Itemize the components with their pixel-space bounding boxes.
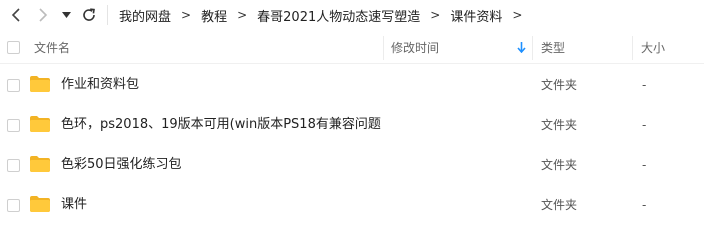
history-dropdown-button[interactable]: [59, 6, 73, 24]
folder-icon: [30, 196, 50, 212]
arrow-down-icon: [517, 42, 526, 53]
breadcrumb-item-tutorials[interactable]: 教程: [201, 6, 227, 25]
file-size: -: [642, 198, 647, 212]
toolbar-divider: [107, 5, 108, 25]
chevron-left-icon: [11, 8, 20, 22]
refresh-icon: [83, 8, 95, 21]
file-type: 文件夹: [541, 78, 578, 92]
chevron-right-icon: [39, 8, 48, 22]
breadcrumb-trailing-separator[interactable]: >: [512, 8, 522, 22]
breadcrumb-item-my-drive[interactable]: 我的网盘: [119, 6, 171, 25]
breadcrumb-item-course[interactable]: 春哥2021人物动态速写塑造: [257, 6, 420, 25]
file-row[interactable]: 作业和资料包 文件夹 -: [0, 65, 704, 105]
column-divider: [632, 36, 633, 60]
file-row[interactable]: 色环，ps2018、19版本可用(win版本PS18有兼容问题建... 文件夹 …: [0, 105, 704, 145]
file-row[interactable]: 色彩50日强化练习包 文件夹 -: [0, 145, 704, 185]
forward-button[interactable]: [34, 6, 52, 24]
file-list-header: 文件名 修改时间 类型 大小: [0, 31, 704, 64]
file-name[interactable]: 课件: [61, 185, 87, 225]
row-checkbox[interactable]: [7, 199, 20, 212]
row-checkbox[interactable]: [7, 119, 20, 132]
refresh-button[interactable]: [80, 6, 98, 24]
file-type: 文件夹: [541, 118, 578, 132]
breadcrumb-item-materials[interactable]: 课件资料: [450, 6, 502, 25]
file-name[interactable]: 作业和资料包: [61, 65, 139, 105]
file-size: -: [642, 78, 647, 92]
select-all-checkbox[interactable]: [7, 41, 20, 54]
folder-icon: [30, 76, 50, 92]
file-size: -: [642, 118, 647, 132]
column-header-name[interactable]: 文件名: [34, 31, 70, 64]
breadcrumb-separator: >: [430, 8, 441, 22]
file-size: -: [642, 158, 647, 172]
column-divider: [532, 36, 533, 60]
back-button[interactable]: [7, 6, 25, 24]
file-type: 文件夹: [541, 158, 578, 172]
breadcrumb-separator: >: [181, 8, 192, 22]
file-row[interactable]: 课件 文件夹 -: [0, 185, 704, 225]
column-header-modified[interactable]: 修改时间: [391, 31, 439, 64]
breadcrumb-separator: >: [237, 8, 248, 22]
file-type: 文件夹: [541, 198, 578, 212]
breadcrumb: 我的网盘 > 教程 > 春哥2021人物动态速写塑造 > 课件资料 >: [119, 0, 532, 30]
file-name[interactable]: 色彩50日强化练习包: [61, 145, 182, 185]
row-checkbox[interactable]: [7, 159, 20, 172]
navigation-toolbar: 我的网盘 > 教程 > 春哥2021人物动态速写塑造 > 课件资料 >: [0, 0, 704, 30]
column-divider: [383, 36, 384, 60]
select-all-cell: [7, 31, 20, 64]
column-header-size[interactable]: 大小: [641, 31, 665, 64]
folder-icon: [30, 156, 50, 172]
column-header-type[interactable]: 类型: [541, 31, 565, 64]
file-name[interactable]: 色环，ps2018、19版本可用(win版本PS18有兼容问题建...: [61, 105, 381, 145]
row-checkbox[interactable]: [7, 79, 20, 92]
caret-down-icon: [61, 12, 71, 18]
folder-icon: [30, 116, 50, 132]
